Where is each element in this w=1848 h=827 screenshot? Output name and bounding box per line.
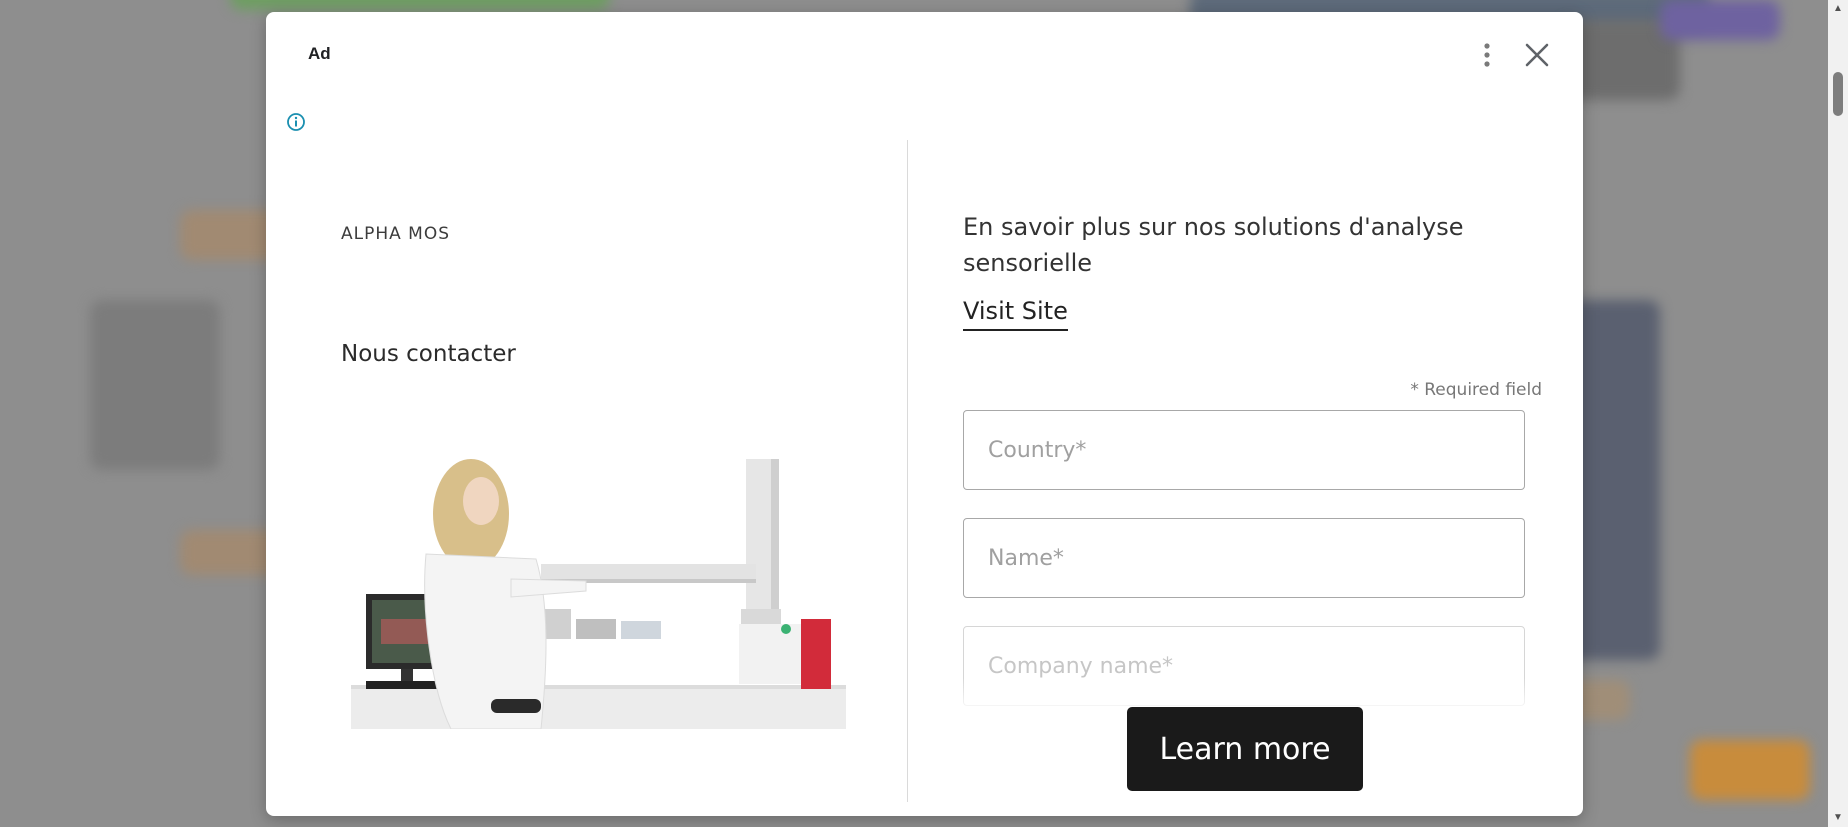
country-field[interactable] (963, 410, 1525, 490)
advertiser-name: ALPHA MOS (341, 224, 451, 244)
contact-heading: Nous contacter (341, 341, 516, 367)
more-options-button[interactable] (1470, 38, 1504, 72)
column-divider (907, 140, 908, 802)
close-icon (1525, 43, 1549, 67)
ad-modal: Ad ALPHA MOS Nous contacter En savoir pl… (266, 12, 1583, 816)
product-image (341, 459, 851, 729)
scrollbar-thumb[interactable] (1833, 72, 1843, 116)
scroll-up-arrow-icon[interactable]: ▲ (1828, 3, 1848, 15)
ad-headline: En savoir plus sur nos solutions d'analy… (963, 213, 1464, 277)
background-shape (1660, 0, 1780, 40)
info-icon[interactable] (286, 112, 306, 132)
background-shape (230, 0, 610, 10)
ad-label: Ad (308, 44, 331, 63)
ad-creative: ALPHA MOS Nous contacter En savoir plus … (284, 98, 1564, 802)
close-button[interactable] (1520, 38, 1554, 72)
ad-modal-header: Ad (266, 12, 1583, 92)
more-vertical-icon (1484, 43, 1490, 67)
background-shape (90, 300, 220, 470)
name-field[interactable] (963, 518, 1525, 598)
required-field-note: * Required field (1410, 380, 1542, 400)
background-shape (1690, 740, 1810, 800)
visit-site-link[interactable]: Visit Site (963, 297, 1068, 331)
page-scrollbar[interactable]: ▲ ▼ (1828, 0, 1848, 827)
scroll-down-arrow-icon[interactable]: ▼ (1828, 812, 1848, 824)
learn-more-button[interactable]: Learn more (1127, 707, 1363, 791)
